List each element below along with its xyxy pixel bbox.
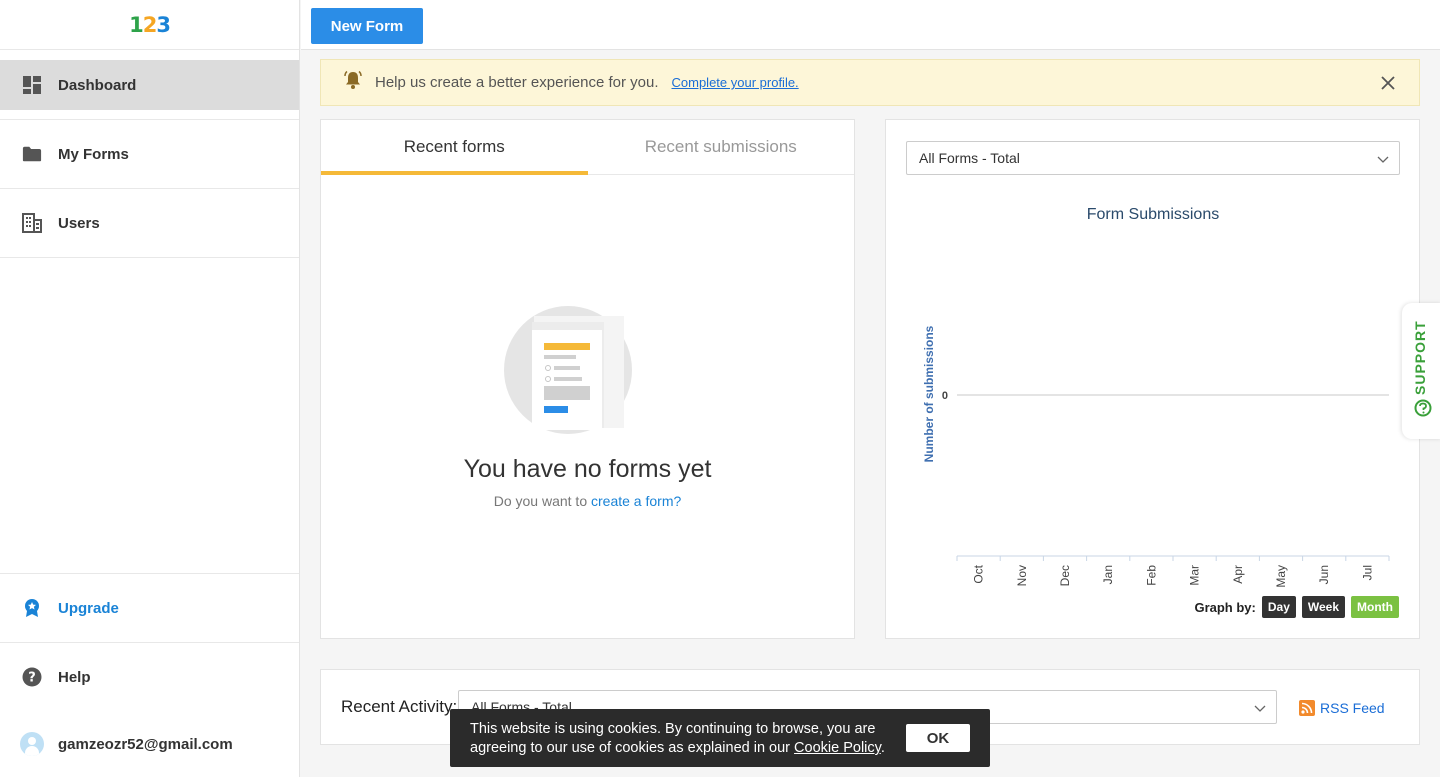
x-tick-label: Feb: [1144, 565, 1158, 586]
upgrade-label: Upgrade: [58, 599, 119, 617]
recent-activity-label: Recent Activity:: [341, 697, 458, 716]
logo-digit-1: 1: [129, 12, 144, 37]
divider: [0, 188, 299, 189]
cookie-ok-button[interactable]: OK: [906, 724, 970, 752]
support-label: SUPPORT: [1412, 320, 1428, 395]
sidebar-item-label: My Forms: [58, 145, 129, 163]
empty-state-subtitle: Do you want to create a form?: [321, 493, 854, 509]
form-filter-select[interactable]: All Forms - Total: [906, 141, 1400, 175]
user-email: gamzeozr52@gmail.com: [58, 735, 233, 753]
divider: [0, 119, 299, 120]
logo-digit-3: 3: [156, 12, 171, 37]
empty-state-prompt: Do you want to: [493, 493, 591, 509]
divider: [0, 257, 299, 258]
x-tick-label: Dec: [1058, 565, 1072, 586]
svg-text:?: ?: [28, 671, 36, 686]
main-nav: Dashboard My Forms Users: [0, 60, 299, 258]
help-link[interactable]: ? Help: [0, 643, 299, 711]
new-form-button[interactable]: New Form: [311, 8, 423, 44]
graph-by-day-button[interactable]: Day: [1261, 596, 1296, 618]
tabs: Recent forms Recent submissions: [321, 120, 854, 175]
y-axis-label: Number of submissions: [922, 325, 936, 462]
logo-digit-2: 2: [142, 12, 158, 37]
x-tick-label: Nov: [1015, 565, 1029, 586]
x-tick-label: Oct: [972, 564, 986, 583]
graph-by-controls: Graph by: Day Week Month: [1194, 596, 1399, 618]
tab-recent-submissions[interactable]: Recent submissions: [588, 120, 855, 174]
select-value: All Forms - Total: [919, 150, 1020, 166]
graph-by-week-button[interactable]: Week: [1301, 596, 1346, 618]
sidebar-item-label: Dashboard: [58, 76, 137, 94]
sidebar-bottom: Upgrade ? Help gamzeozr52@gmail.com: [0, 573, 299, 777]
chevron-down-icon: [1377, 152, 1389, 168]
complete-profile-link[interactable]: Complete your profile.: [672, 75, 799, 90]
x-tick-label: Jan: [1101, 565, 1115, 584]
y-tick-label: 0: [942, 390, 948, 402]
submissions-chart: Form Submissions Number of submissions 0 Oc…: [922, 206, 1390, 588]
support-icon: [1414, 399, 1432, 422]
submissions-chart-panel: All Forms - Total Form Submissions Number…: [885, 119, 1420, 639]
x-tick-label: Jun: [1317, 565, 1331, 584]
create-form-link[interactable]: create a form?: [591, 493, 681, 509]
folder-icon: [22, 144, 42, 164]
rss-label: RSS Feed: [1320, 700, 1385, 716]
sidebar-item-dashboard[interactable]: Dashboard: [0, 60, 299, 110]
sidebar-item-label: Users: [58, 214, 100, 232]
upgrade-link[interactable]: Upgrade: [0, 574, 299, 642]
x-tick-label: May: [1274, 565, 1288, 588]
sidebar-item-users[interactable]: Users: [0, 198, 299, 248]
banner-text: Help us create a better experience for y…: [375, 74, 659, 91]
graph-by-month-button[interactable]: Month: [1351, 596, 1399, 618]
avatar: [20, 732, 44, 756]
recent-forms-panel: Recent forms Recent submissions You have…: [320, 119, 855, 639]
graph-by-label: Graph by:: [1194, 599, 1256, 615]
topbar: New Form: [301, 0, 1440, 50]
bell-icon: [343, 70, 363, 95]
support-tab[interactable]: SUPPORT: [1402, 303, 1440, 439]
x-tick-label: Jul: [1360, 565, 1374, 580]
empty-forms-illustration: [504, 306, 632, 434]
cookie-policy-link[interactable]: Cookie Policy: [794, 740, 881, 756]
rss-icon: [1299, 700, 1315, 716]
rss-feed-link[interactable]: RSS Feed: [1299, 700, 1385, 716]
chevron-down-icon: [1254, 701, 1266, 717]
x-tick-label: Mar: [1188, 565, 1202, 586]
x-tick-label: Apr: [1231, 565, 1245, 584]
sidebar-item-my-forms[interactable]: My Forms: [0, 129, 299, 179]
empty-state-title: You have no forms yet: [463, 455, 712, 483]
badge-icon: [22, 598, 42, 618]
tab-recent-forms[interactable]: Recent forms: [321, 120, 588, 175]
profile-banner: Help us create a better experience for y…: [320, 59, 1420, 106]
cookie-message: This website is using cookies. By contin…: [470, 720, 890, 758]
help-icon: ?: [22, 667, 42, 687]
logo[interactable]: 123: [0, 0, 299, 50]
help-label: Help: [58, 668, 91, 686]
user-account[interactable]: gamzeozr52@gmail.com: [0, 711, 299, 777]
cookie-banner: This website is using cookies. By contin…: [450, 709, 990, 767]
building-icon: [22, 213, 42, 233]
dashboard-icon: [22, 75, 42, 95]
close-icon[interactable]: [1379, 74, 1397, 92]
cookie-suffix: .: [880, 740, 885, 756]
sidebar: 123 Dashboard My Forms Users Upgrade ? H…: [0, 0, 300, 777]
chart-title: Form Submissions: [1087, 206, 1219, 223]
